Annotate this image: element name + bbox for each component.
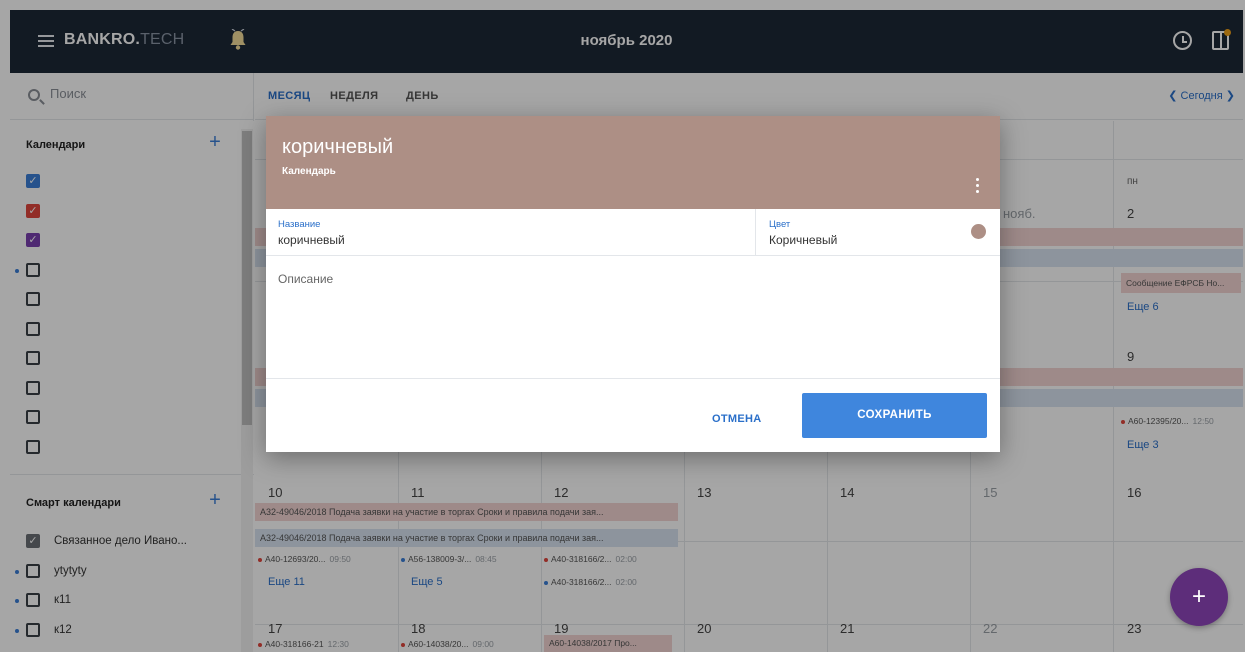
description-area bbox=[266, 256, 1000, 379]
dialog-subtitle: Календарь bbox=[282, 166, 336, 177]
dialog-title: коричневый bbox=[282, 136, 394, 158]
save-button[interactable]: СОХРАНИТЬ bbox=[802, 393, 987, 438]
name-label: Название bbox=[278, 219, 321, 230]
name-field[interactable]: коричневый bbox=[278, 233, 345, 247]
description-input[interactable] bbox=[278, 272, 978, 362]
color-swatch[interactable] bbox=[971, 224, 986, 239]
field-divider bbox=[755, 209, 756, 255]
add-event-button[interactable]: + bbox=[1170, 568, 1228, 626]
dialog-header: коричневый Календарь bbox=[266, 116, 1000, 209]
more-options-icon[interactable] bbox=[976, 178, 980, 194]
dialog-fields: Название коричневый Цвет Коричневый bbox=[266, 209, 1000, 256]
color-select[interactable]: Коричневый bbox=[769, 233, 837, 247]
cancel-button[interactable]: ОТМЕНА bbox=[712, 413, 761, 425]
color-label: Цвет bbox=[769, 219, 791, 230]
calendar-edit-dialog: коричневый Календарь Название коричневый… bbox=[266, 116, 1000, 452]
